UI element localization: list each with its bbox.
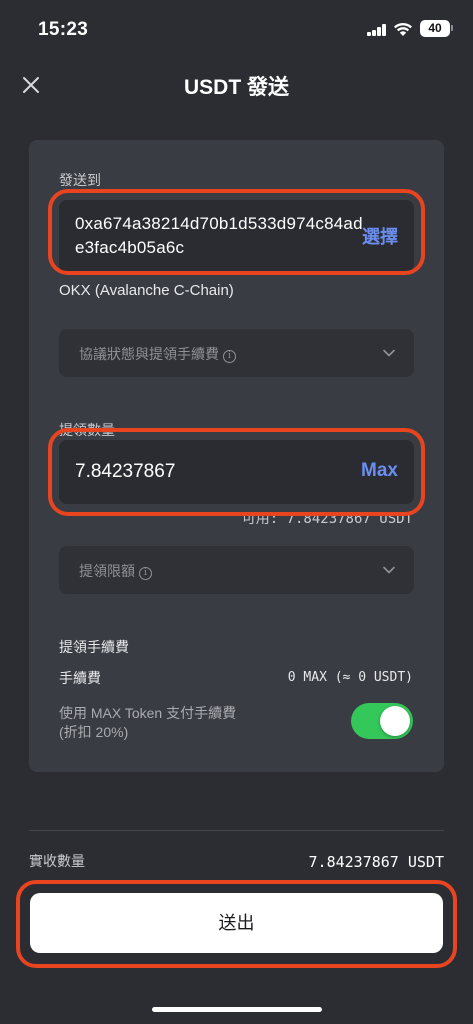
info-icon: i <box>223 350 236 363</box>
amount-field[interactable]: 7.84237867 Max <box>59 440 414 504</box>
send-screen: 15:23 40 USDT 發送 發送到 0xa674a38214d70b1d5… <box>0 0 473 1024</box>
withdraw-limit-dropdown-label: 提領限額 i <box>79 561 152 581</box>
amount-label: 提領數量 <box>59 422 115 438</box>
divider <box>29 830 444 831</box>
received-amount-label: 實收數量 <box>29 853 85 869</box>
received-amount-value: 7.84237867 USDT <box>308 853 444 871</box>
address-value[interactable]: 0xa674a38214d70b1d533d974c84ade3fac4b05a… <box>75 212 365 260</box>
amount-value[interactable]: 7.84237867 <box>75 461 175 483</box>
withdraw-fee-title: 提領手續費 <box>59 639 129 655</box>
send-to-label: 發送到 <box>59 172 101 188</box>
battery-indicator: 40 <box>420 20 450 37</box>
protocol-fee-dropdown[interactable]: 協議狀態與提領手續費 i <box>59 329 414 377</box>
protocol-fee-label-text: 協議狀態與提領手續費 <box>79 346 219 362</box>
available-balance: 可用: 7.84237867 USDT <box>241 511 413 527</box>
battery-cap <box>451 25 453 31</box>
status-time: 15:23 <box>38 19 89 40</box>
info-icon: i <box>139 567 152 580</box>
fee-value: 0 MAX (≈ 0 USDT) <box>287 670 413 685</box>
token-fee-label: 使用 MAX Token 支付手續費 (折扣 20%) <box>59 705 237 740</box>
select-address-button[interactable]: 選擇 <box>362 223 398 249</box>
chevron-down-icon <box>383 566 395 574</box>
network-label: OKX (Avalanche C-Chain) <box>59 282 234 299</box>
protocol-fee-dropdown-label: 協議狀態與提領手續費 i <box>79 344 236 364</box>
address-field[interactable]: 0xa674a38214d70b1d533d974c84ade3fac4b05a… <box>59 200 414 272</box>
status-bar: 15:23 40 <box>0 0 473 60</box>
toggle-knob <box>380 706 410 736</box>
withdraw-limit-dropdown[interactable]: 提領限額 i <box>59 546 414 594</box>
fee-label: 手續費 <box>59 670 101 686</box>
max-button[interactable]: Max <box>361 460 398 482</box>
wifi-icon <box>394 22 412 36</box>
chevron-down-icon <box>383 349 395 357</box>
submit-button[interactable]: 送出 <box>30 893 443 953</box>
withdraw-limit-label-text: 提領限額 <box>79 563 135 579</box>
signal-icon <box>367 23 387 36</box>
token-fee-toggle[interactable] <box>351 703 413 739</box>
page-title: USDT 發送 <box>184 76 289 99</box>
home-indicator <box>152 1007 322 1012</box>
